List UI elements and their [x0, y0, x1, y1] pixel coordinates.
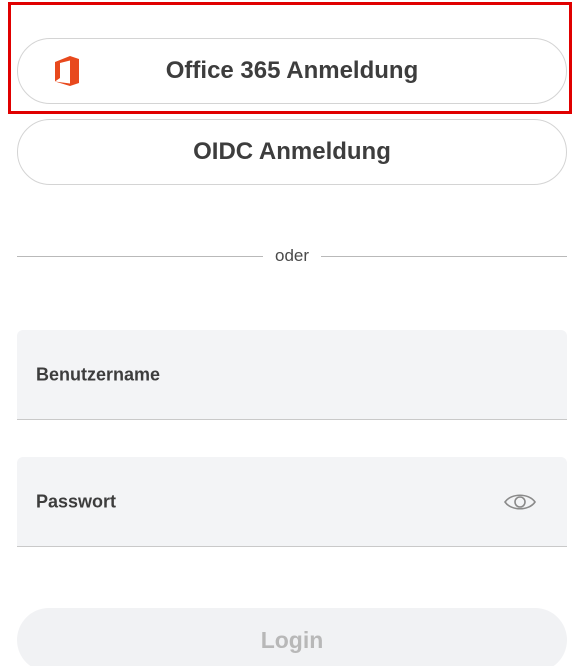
divider-line-right [321, 255, 567, 257]
oidc-login-label: OIDC Anmeldung [193, 138, 391, 165]
username-input[interactable] [17, 330, 567, 419]
login-label: Login [260, 626, 324, 653]
password-field[interactable]: Passwort [17, 457, 567, 547]
password-input[interactable] [17, 457, 567, 546]
login-button[interactable]: Login [17, 608, 567, 666]
or-divider: oder [17, 245, 567, 267]
highlight-box [8, 2, 572, 114]
username-field[interactable]: Benutzername [17, 330, 567, 420]
oidc-login-button[interactable]: OIDC Anmeldung [17, 119, 567, 185]
divider-text: oder [274, 246, 310, 265]
eye-icon[interactable] [503, 491, 537, 513]
login-page: Office 365 Anmeldung OIDC Anmeldung oder… [0, 0, 577, 666]
divider-line-left [17, 255, 263, 257]
